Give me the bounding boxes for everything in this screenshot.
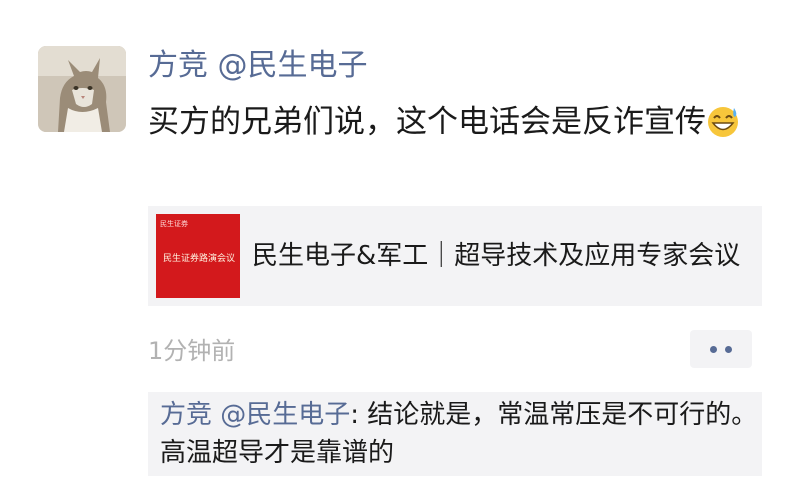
link-card[interactable]: 民生证券 民生证券路演会议 民生电子&军工｜超导技术及应用专家会议 (148, 206, 762, 306)
post-author-name[interactable]: 方竞 @民生电子 (148, 44, 368, 88)
comment-separator: : (350, 400, 368, 430)
dot-icon (725, 345, 732, 353)
thumbnail-logo-text: 民生证券 (160, 220, 188, 228)
dot-icon (710, 345, 717, 353)
post-text-body: 买方的兄弟们说，这个电话会是反诈宣传 (148, 104, 706, 140)
comment-section: 方竞 @民生电子: 结论就是，常温常压是不可行的。高温超导才是靠谱的 (148, 392, 762, 476)
post-text: 买方的兄弟们说，这个电话会是反诈宣传 (148, 98, 763, 146)
more-actions-button[interactable] (690, 330, 752, 368)
comment-author-name[interactable]: 方竞 @民生电子 (160, 400, 350, 430)
link-card-title: 民生电子&军工｜超导技术及应用专家会议 (252, 241, 741, 271)
avatar[interactable] (38, 46, 126, 132)
post-timestamp: 1分钟前 (148, 337, 236, 365)
link-card-thumbnail: 民生证券 民生证券路演会议 (156, 214, 240, 298)
cat-avatar-image (38, 46, 126, 132)
thumbnail-title-text: 民生证券路演会议 (162, 254, 235, 264)
grinning-sweat-emoji-icon (708, 107, 738, 137)
comment-item: 方竞 @民生电子: 结论就是，常温常压是不可行的。高温超导才是靠谱的 (160, 396, 760, 472)
